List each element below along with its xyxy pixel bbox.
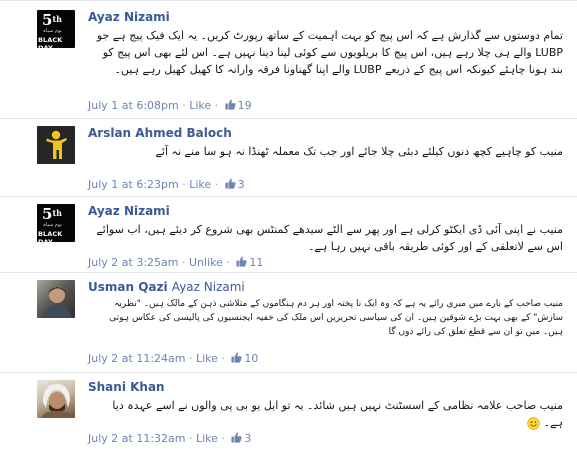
timestamp[interactable]: July 2 at 11:32am — [88, 432, 185, 445]
like-button[interactable]: Like — [196, 352, 218, 365]
author-name[interactable]: Ayaz Nizami — [88, 204, 170, 219]
separator: · — [182, 178, 186, 191]
like-count[interactable]: 10 — [244, 352, 258, 365]
comment-meta: July 2 at 11:24am · Like · 10 — [88, 352, 258, 366]
separator: · — [182, 99, 186, 112]
badge-urdu: یوم سیاہ — [43, 222, 62, 228]
badge-caption: BLACK DAY — [38, 36, 63, 48]
separator: · — [214, 178, 219, 191]
avatar[interactable] — [37, 380, 75, 418]
comment-feed: 5th یوم سیاہ BLACK DAY Ayaz Nizami تمام … — [0, 0, 577, 455]
smile-emoji-icon — [527, 416, 540, 430]
timestamp[interactable]: July 1 at 6:23pm — [88, 178, 179, 191]
like-count[interactable]: 19 — [238, 99, 252, 112]
badge-urdu: یوم سیاہ — [43, 28, 62, 34]
badge-number: 5th — [42, 11, 62, 29]
separator: · — [188, 352, 193, 365]
timestamp[interactable]: July 2 at 11:24am — [88, 352, 185, 365]
comment: 5th یوم سیاہ BLACK DAY Ayaz Nizami تمام … — [0, 0, 577, 118]
like-button[interactable]: Like — [196, 432, 218, 445]
yellow-figure-icon — [37, 126, 75, 164]
unlike-button[interactable]: Unlike — [189, 256, 223, 269]
thumbs-up-icon — [236, 256, 248, 267]
separator: · — [214, 99, 219, 112]
thumbs-up-icon — [225, 178, 236, 189]
comment-meta: July 1 at 6:23pm · Like · 3 — [88, 178, 245, 192]
timestamp[interactable]: July 2 at 3:25am — [88, 256, 178, 269]
like-button[interactable]: Like — [189, 178, 211, 191]
avatar[interactable]: 5th یوم سیاہ BLACK DAY — [37, 204, 75, 242]
avatar[interactable] — [37, 126, 75, 164]
separator: · — [226, 256, 230, 269]
comment-meta: July 2 at 3:25am · Unlike · 11 — [88, 256, 263, 270]
comment-text: منیب صاحب کے بارے میں میری رائے یہ ہے کہ… — [109, 299, 563, 337]
comment-meta: July 1 at 6:08pm · Like · 19 — [88, 99, 252, 113]
comment-text: منیب صاحب علامہ نظامی کے اسسٹنٹ نہیں ہیں… — [93, 397, 563, 431]
author-name[interactable]: Arslan Ahmed Baloch — [88, 126, 232, 141]
profile-photo-icon — [42, 287, 72, 318]
badge-number: 5th — [42, 205, 62, 223]
avatar[interactable]: 5th یوم سیاہ BLACK DAY — [37, 10, 75, 48]
separator: · — [221, 432, 225, 445]
separator: · — [221, 352, 225, 365]
comment: 5th یوم سیاہ BLACK DAY Ayaz Nizami منیب … — [0, 196, 577, 272]
comment-text: منیب نے اپنی آئی ڈی ایکٹو کرلی ہے اور پھ… — [96, 223, 563, 253]
comment-text: تمام دوستوں سے گذارش ہے کہ اس پیج کو بہت… — [96, 29, 563, 76]
badge-caption: BLACK DAY — [38, 230, 63, 242]
comment: Shani Khan منیب صاحب علامہ نظامی کے اسسٹ… — [0, 372, 577, 455]
author-name[interactable]: Ayaz Nizami — [88, 10, 170, 25]
like-count[interactable]: 3 — [244, 432, 251, 445]
like-button[interactable]: Like — [189, 99, 211, 112]
comment-meta: July 2 at 11:32am · Like · 3 — [88, 432, 251, 446]
author-name[interactable]: Shani Khan — [88, 380, 165, 395]
avatar[interactable] — [37, 280, 75, 318]
thumbs-up-icon — [231, 352, 243, 363]
like-count[interactable]: 11 — [249, 256, 263, 269]
thumbs-up-icon — [231, 432, 243, 443]
reply-mention[interactable]: Ayaz Nizami — [172, 280, 245, 294]
comment-text: منیب کو چاہیے کچھ دنوں کیلئے دبئی چلا جا… — [155, 145, 563, 158]
author-name: Usman Qazi Ayaz Nizami — [88, 280, 245, 295]
profile-photo-icon — [41, 384, 73, 418]
comment-text-content: منیب صاحب علامہ نظامی کے اسسٹنٹ نہیں ہیں… — [112, 399, 563, 429]
like-count[interactable]: 3 — [238, 178, 245, 191]
author-link[interactable]: Usman Qazi — [88, 280, 168, 294]
separator: · — [188, 432, 193, 445]
comment: Arslan Ahmed Baloch منیب کو چاہیے کچھ دن… — [0, 118, 577, 196]
comment: Usman Qazi Ayaz Nizami منیب صاحب کے بارے… — [0, 272, 577, 372]
separator: · — [181, 256, 186, 269]
thumbs-up-icon — [225, 99, 236, 110]
timestamp[interactable]: July 1 at 6:08pm — [88, 99, 179, 112]
